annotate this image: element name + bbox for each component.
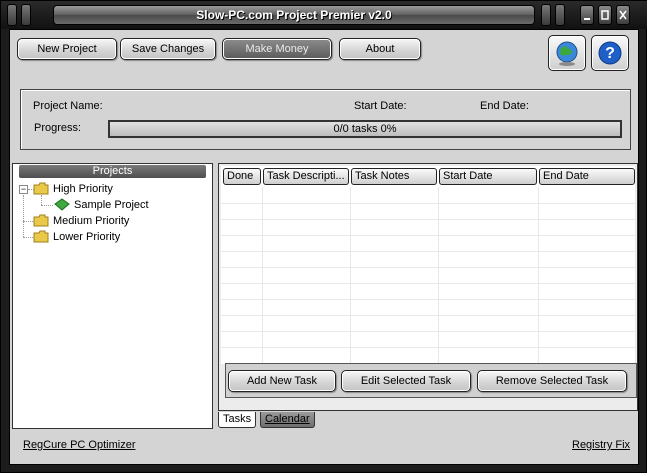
project-icon (54, 198, 70, 211)
app-window: Slow-PC.com Project Premier v2.0 New Pro… (0, 0, 647, 473)
tab-tasks[interactable]: Tasks (218, 412, 257, 428)
title-bar[interactable]: Slow-PC.com Project Premier v2.0 (1, 1, 647, 29)
projects-panel: Projects − High Priority Sample Project … (12, 163, 213, 429)
progress-bar: 0/0 tasks 0% (108, 120, 622, 138)
column-header-end-date[interactable]: End Date (539, 168, 635, 185)
tree-node-high-priority[interactable]: High Priority (33, 182, 113, 197)
tree-line (41, 205, 53, 206)
grid-line (221, 315, 635, 316)
new-project-button[interactable]: New Project (17, 38, 117, 60)
task-action-bar: Add New Task Edit Selected Task Remove S… (225, 363, 637, 398)
tree-node-lower-priority[interactable]: Lower Priority (33, 230, 120, 245)
about-button[interactable]: About (339, 38, 421, 60)
tree-line (23, 221, 33, 222)
folder-icon (33, 230, 49, 243)
close-icon (619, 10, 627, 20)
add-task-button[interactable]: Add New Task (228, 370, 336, 392)
progress-text: 0/0 tasks 0% (333, 123, 397, 135)
collapse-toggle[interactable]: − (19, 185, 28, 194)
grid-line (438, 187, 439, 364)
column-header-done[interactable]: Done (223, 168, 261, 185)
edit-task-button[interactable]: Edit Selected Task (341, 370, 471, 392)
tab-calendar[interactable]: Calendar (260, 412, 315, 428)
help-icon: ? (598, 41, 622, 65)
registry-fix-link[interactable]: Registry Fix (572, 439, 630, 451)
grid-line (221, 251, 635, 252)
restore-button[interactable] (598, 5, 612, 25)
grid-line (262, 187, 263, 364)
grid-line (221, 299, 635, 300)
project-info-panel: Project Name: Start Date: End Date: Prog… (20, 89, 631, 150)
minimize-button[interactable] (580, 5, 594, 25)
tree-node-label: Sample Project (74, 199, 149, 211)
folder-icon (33, 182, 49, 195)
start-date-label: Start Date: (354, 100, 407, 112)
progress-label: Progress: (34, 122, 82, 134)
grid-line (221, 267, 635, 268)
title-bar-left-cap (21, 4, 31, 26)
tree-node-label: High Priority (53, 183, 113, 195)
make-money-button[interactable]: Make Money (222, 38, 332, 60)
title-bar-right-cap (555, 4, 565, 26)
tasks-panel: Done Task Descripti... Task Notes Start … (218, 163, 638, 411)
column-header-notes[interactable]: Task Notes (351, 168, 437, 185)
tree-node-medium-priority[interactable]: Medium Priority (33, 214, 129, 229)
window-title: Slow-PC.com Project Premier v2.0 (53, 5, 535, 25)
globe-icon (556, 41, 578, 66)
tasks-table[interactable]: Done Task Descripti... Task Notes Start … (221, 166, 635, 364)
folder-icon (33, 214, 49, 227)
svg-text:?: ? (605, 45, 615, 62)
main-content: New Project Save Changes Make Money Abou… (9, 29, 639, 465)
grid-line (221, 235, 635, 236)
help-button[interactable]: ? (591, 35, 629, 71)
grid-line (221, 203, 635, 204)
column-header-start-date[interactable]: Start Date (439, 168, 537, 185)
tree-node-label: Medium Priority (53, 215, 130, 227)
title-bar-left-cap (7, 4, 17, 26)
tree-line (23, 195, 24, 237)
title-bar-right-cap (541, 4, 551, 26)
tree-node-label: Lower Priority (53, 231, 121, 243)
column-header-description[interactable]: Task Descripti... (263, 168, 349, 185)
regcure-link[interactable]: RegCure PC Optimizer (23, 439, 135, 451)
end-date-label: End Date: (480, 100, 529, 112)
remove-task-button[interactable]: Remove Selected Task (477, 370, 627, 392)
tree-node-sample-project[interactable]: Sample Project (54, 198, 149, 213)
restore-icon (601, 10, 609, 20)
minimize-icon (584, 18, 590, 20)
save-changes-button[interactable]: Save Changes (120, 38, 216, 60)
close-button[interactable] (616, 5, 630, 25)
grid-line (221, 331, 635, 332)
grid-line (221, 219, 635, 220)
grid-line (221, 347, 635, 348)
web-button[interactable] (548, 35, 586, 71)
tree-line (23, 237, 33, 238)
projects-header: Projects (19, 165, 206, 178)
project-name-label: Project Name: (33, 100, 103, 112)
grid-line (221, 283, 635, 284)
grid-line (350, 187, 351, 364)
grid-line (538, 187, 539, 364)
